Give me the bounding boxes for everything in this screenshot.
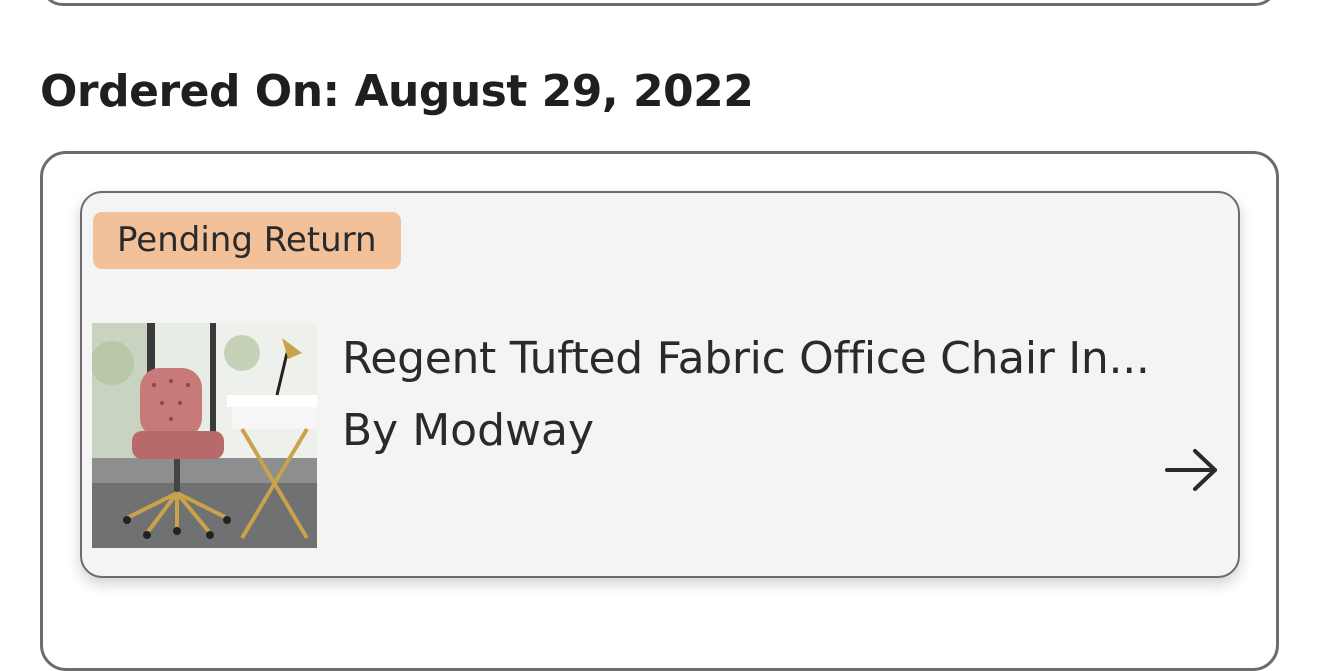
arrow-right-icon[interactable] [1165, 447, 1219, 493]
product-image [92, 323, 317, 548]
previous-order-card [40, 0, 1278, 6]
product-name[interactable]: Regent Tufted Fabric Office Chair In... [342, 333, 1150, 384]
status-badge: Pending Return [93, 212, 401, 269]
product-brand: By Modway [342, 405, 595, 456]
office-chair-photo-icon [92, 323, 317, 548]
order-item-card[interactable]: Pending Return Regent Tufted Fabric Offi… [80, 191, 1240, 578]
order-date-heading: Ordered On: August 29, 2022 [40, 66, 754, 117]
